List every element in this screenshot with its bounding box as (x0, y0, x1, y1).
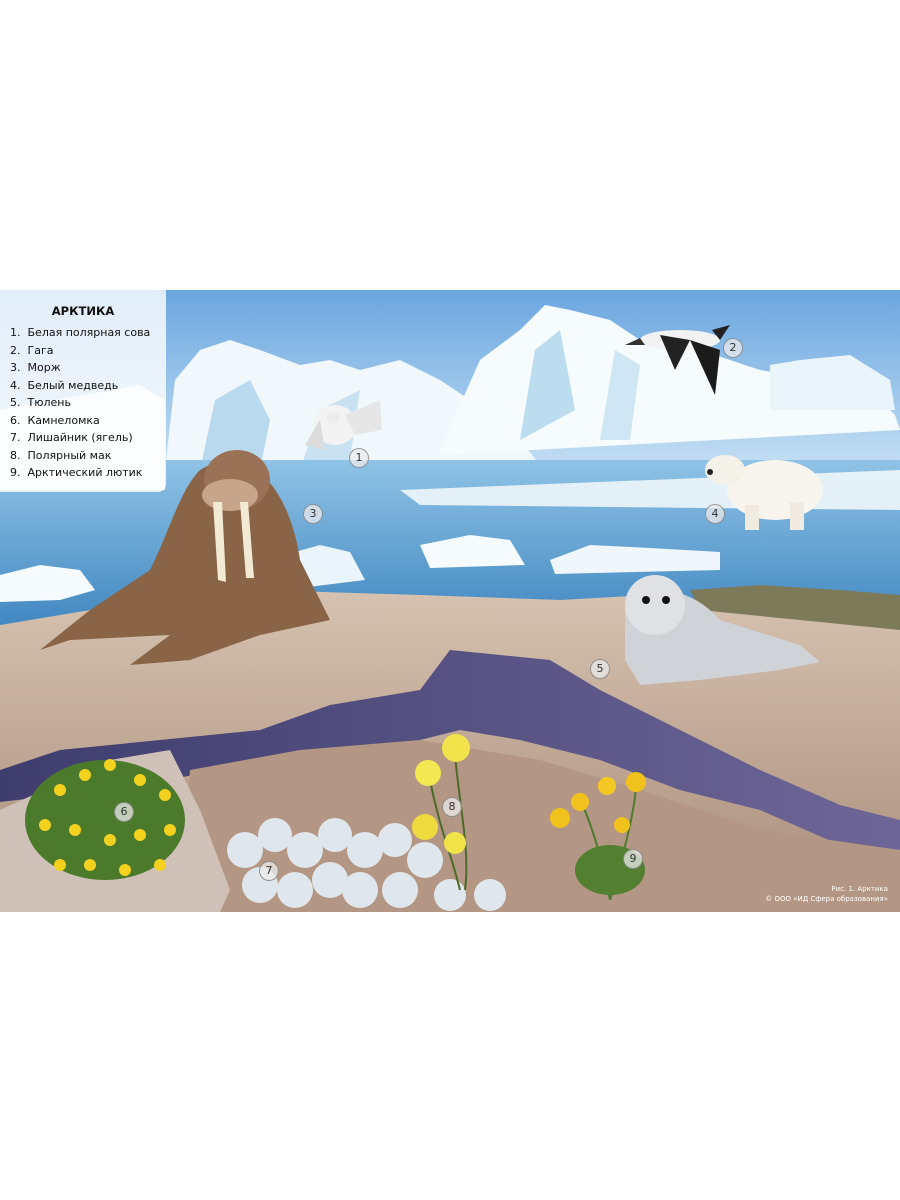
legend-item-label: Полярный мак (27, 448, 112, 462)
legend-item-number: 8. (10, 448, 21, 462)
legend-item-number: 4. (10, 378, 21, 392)
legend-title: АРКТИКА (51, 304, 115, 318)
legend-list: 1. Белая полярная сова 2. Гага 3. Морж 4… (10, 324, 166, 482)
legend-item-label: Белая полярная сова (27, 326, 151, 339)
marker-seal: 5 (590, 659, 610, 679)
caption-copyright: © ООО «ИД Сфера образования» (765, 895, 888, 903)
marker-lichen: 7 (259, 861, 279, 881)
legend-item: 2. Гага (10, 342, 166, 360)
legend-item-number: 6. (10, 413, 21, 427)
legend-item: 4. Белый медведь (10, 377, 166, 395)
legend-panel: АРКТИКА 1. Белая полярная сова 2. Гага 3… (0, 290, 166, 492)
legend-item-label: Тюлень (27, 396, 71, 409)
legend-item-label: Арктический лютик (27, 466, 143, 479)
marker-walrus: 3 (303, 504, 323, 524)
legend-item-number: 1. (10, 326, 21, 339)
figure-caption: Рис. 1. Арктика © ООО «ИД Сфера образова… (765, 884, 888, 904)
legend-item-label: Белый медведь (27, 378, 119, 392)
legend-item: 3. Морж (10, 359, 166, 377)
caption-title: Рис. 1. Арктика (831, 885, 888, 893)
legend-item: 8. Полярный мак (10, 447, 166, 465)
legend-item-number: 2. (10, 343, 21, 357)
legend-item-label: Морж (27, 361, 61, 374)
legend-item-label: Гага (27, 343, 54, 357)
legend-item-number: 5. (10, 396, 21, 409)
marker-arctic-poppy: 8 (442, 797, 462, 817)
legend-item: 1. Белая полярная сова (10, 324, 166, 342)
legend-item-number: 7. (10, 431, 21, 444)
legend-item-number: 9. (10, 466, 21, 479)
marker-eider: 2 (723, 338, 743, 358)
legend-item-label: Камнеломка (27, 413, 100, 427)
marker-saxifrage: 6 (114, 802, 134, 822)
legend-item-label: Лишайник (ягель) (27, 431, 133, 444)
legend-item: 9. Арктический лютик (10, 464, 166, 482)
legend-item-number: 3. (10, 361, 21, 374)
marker-snowy-owl: 1 (349, 448, 369, 468)
legend-item: 6. Камнеломка (10, 412, 166, 430)
marker-arctic-buttercup: 9 (623, 849, 643, 869)
legend-item: 7. Лишайник (ягель) (10, 429, 166, 447)
marker-polar-bear: 4 (705, 504, 725, 524)
legend-item: 5. Тюлень (10, 394, 166, 412)
